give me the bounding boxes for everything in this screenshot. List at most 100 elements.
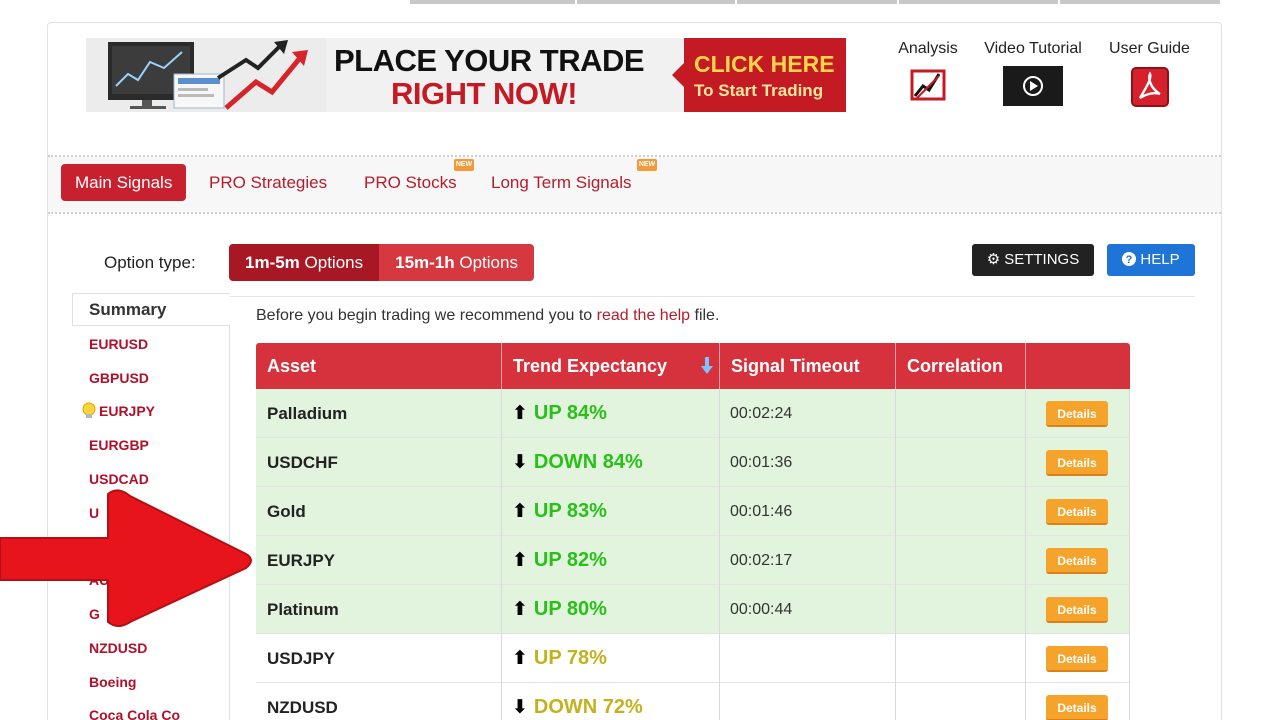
details-button[interactable]: Details — [1046, 401, 1108, 427]
correlation-cell — [896, 683, 1026, 720]
tab-main-signals[interactable]: Main Signals — [61, 164, 187, 201]
read-help-link[interactable]: read the help — [597, 307, 690, 324]
sidebar-item[interactable]: EURUSD — [89, 336, 148, 352]
trend-cell: ⬆ UP 80% — [502, 585, 720, 634]
sidebar-item[interactable]: Boeing — [89, 674, 136, 690]
arrow-up-icon: ⬆ — [512, 599, 528, 620]
asset-cell: USDCHF — [256, 438, 502, 487]
arrow-up-icon: ⬆ — [512, 550, 528, 571]
details-cell: Details — [1026, 536, 1130, 585]
option-1m-5m-button[interactable]: 1m-5m Options — [229, 244, 380, 281]
sidebar-heading: Summary — [72, 293, 230, 326]
sidebar-item[interactable]: NZDUSD — [89, 640, 147, 656]
option-15m-1h-button[interactable]: 15m-1h Options — [379, 244, 534, 281]
option-type-label: Option type: — [104, 253, 196, 272]
timeout-cell — [720, 683, 896, 720]
tab-pro-strategies[interactable]: PRO Strategies — [195, 164, 341, 201]
table-row: Palladium ⬆ UP 84% 00:02:24 Details — [256, 389, 1130, 438]
sidebar-item[interactable]: GBPUSD — [89, 370, 149, 386]
details-button[interactable]: Details — [1046, 548, 1108, 574]
help-button[interactable]: ? HELP — [1107, 244, 1195, 276]
svg-text:?: ? — [1126, 254, 1133, 266]
tab-long-term-signals[interactable]: Long Term Signals — [477, 164, 646, 201]
gear-icon: ⚙ — [986, 251, 1001, 268]
asset-cell: Palladium — [256, 389, 502, 438]
asset-cell: Platinum — [256, 585, 502, 634]
sidebar-item[interactable]: EURGBP — [89, 437, 149, 453]
play-icon — [1003, 66, 1063, 106]
trend-cell: ⬆ UP 78% — [502, 634, 720, 683]
analysis-label: Analysis — [898, 40, 958, 57]
sidebar-item[interactable]: USDCAD — [89, 471, 149, 487]
asset-cell: USDJPY — [256, 634, 502, 683]
col-signal-timeout[interactable]: Signal Timeout — [720, 343, 896, 389]
col-correlation[interactable]: Correlation — [896, 343, 1026, 389]
details-button[interactable]: Details — [1046, 499, 1108, 525]
new-badge: NEW — [637, 159, 657, 171]
banner-headline: PLACE YOUR TRADE — [334, 43, 645, 78]
signal-tabs: Main Signals PRO Strategies PRO Stocks N… — [48, 157, 1221, 212]
pointer-arrow-icon — [0, 489, 252, 627]
sidebar-item-highlighted[interactable]: EURJPY — [82, 402, 155, 419]
asset-cell: Gold — [256, 487, 502, 536]
arrow-down-icon: ⬇ — [512, 452, 528, 473]
timeout-cell: 00:02:17 — [720, 536, 896, 585]
option-type-toggle: 1m-5m Options 15m-1h Options — [229, 244, 534, 281]
timeout-cell — [720, 634, 896, 683]
asset-cell: EURJPY — [256, 536, 502, 585]
top-strip — [410, 0, 1220, 4]
banner-subheadline: RIGHT NOW! — [391, 76, 578, 111]
lightbulb-icon — [82, 402, 96, 418]
trading-screens-illustration — [86, 38, 326, 112]
asset-cell: NZDUSD — [256, 683, 502, 720]
cta-line1: CLICK HERE — [694, 51, 835, 77]
details-button[interactable]: Details — [1046, 695, 1108, 720]
correlation-cell — [896, 389, 1026, 438]
video-tutorial-label: Video Tutorial — [984, 40, 1082, 57]
table-row: USDCHF ⬇ DOWN 84% 00:01:36 Details — [256, 438, 1130, 487]
timeout-cell: 00:02:24 — [720, 389, 896, 438]
details-cell: Details — [1026, 389, 1130, 438]
correlation-cell — [896, 487, 1026, 536]
arrow-down-icon: ⬇ — [512, 697, 528, 718]
table-row: Platinum ⬆ UP 80% 00:00:44 Details — [256, 585, 1130, 634]
sidebar-item[interactable]: Coca Cola Co — [89, 707, 180, 720]
user-guide-label: User Guide — [1109, 40, 1190, 57]
table-row: EURJPY ⬆ UP 82% 00:02:17 Details — [256, 536, 1130, 585]
details-button[interactable]: Details — [1046, 646, 1108, 672]
table-row: Gold ⬆ UP 83% 00:01:46 Details — [256, 487, 1130, 536]
new-badge: NEW — [454, 159, 474, 171]
details-button[interactable]: Details — [1046, 597, 1108, 623]
col-asset[interactable]: Asset — [256, 343, 502, 389]
trade-banner[interactable]: PLACE YOUR TRADE RIGHT NOW! CLICK HERE T… — [86, 38, 846, 112]
arrow-up-icon: ⬆ — [512, 501, 528, 522]
sort-down-icon[interactable] — [701, 357, 713, 375]
start-trading-button[interactable]: CLICK HERE To Start Trading — [672, 38, 846, 112]
divider — [230, 296, 1195, 297]
settings-button[interactable]: ⚙ SETTINGS — [972, 244, 1094, 276]
trend-cell: ⬆ UP 84% — [502, 389, 720, 438]
video-tutorial-link[interactable]: Video Tutorial — [977, 40, 1089, 106]
table-row: USDJPY ⬆ UP 78% Details — [256, 634, 1130, 683]
divider — [48, 212, 1221, 214]
analysis-link[interactable]: Analysis — [893, 40, 963, 104]
pdf-icon — [1130, 67, 1169, 107]
details-cell: Details — [1026, 438, 1130, 487]
trend-cell: ⬇ DOWN 72% — [502, 683, 720, 720]
table-row: NZDUSD ⬇ DOWN 72% Details — [256, 683, 1130, 720]
arrow-up-icon: ⬆ — [512, 403, 528, 424]
timeout-cell: 00:01:36 — [720, 438, 896, 487]
details-cell: Details — [1026, 487, 1130, 536]
arrow-up-icon: ⬆ — [512, 648, 528, 669]
details-button[interactable]: Details — [1046, 450, 1108, 476]
user-guide-link[interactable]: User Guide — [1102, 40, 1197, 108]
tab-pro-stocks[interactable]: PRO Stocks — [350, 164, 471, 201]
correlation-cell — [896, 438, 1026, 487]
intro-text: Before you begin trading we recommend yo… — [256, 307, 720, 324]
col-trend-expectancy[interactable]: Trend Expectancy — [502, 343, 720, 389]
trend-cell: ⬇ DOWN 84% — [502, 438, 720, 487]
table-header: Asset Trend Expectancy Signal Timeout Co… — [256, 343, 1130, 389]
analysis-chart-icon — [910, 69, 946, 101]
correlation-cell — [896, 634, 1026, 683]
trend-cell: ⬆ UP 82% — [502, 536, 720, 585]
